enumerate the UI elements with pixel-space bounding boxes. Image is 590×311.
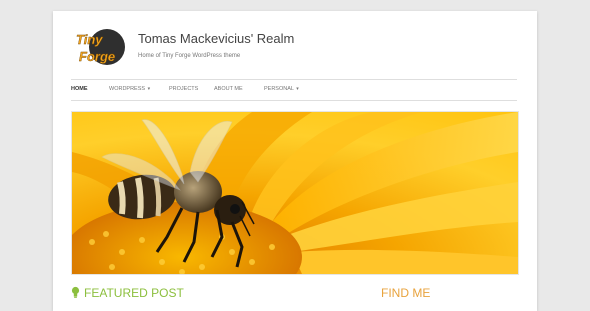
- main-navigation: Home WordPress ▾ Projects About Me Perso…: [71, 79, 517, 101]
- chevron-down-icon: ▾: [147, 86, 151, 92]
- nav-item-projects[interactable]: Projects: [169, 86, 198, 92]
- nav-item-label: About Me: [214, 86, 243, 92]
- nav-item-label: Personal: [264, 86, 294, 92]
- header-image: [71, 111, 519, 275]
- logo-graphic: Tiny Forge: [76, 29, 125, 65]
- site-description: Home of Tiny Forge WordPress theme: [138, 53, 241, 59]
- nav-item-label: Home: [71, 86, 88, 92]
- bee-flower-photo: [72, 112, 518, 274]
- nav-item-label: WordPress: [109, 86, 146, 92]
- chevron-down-icon: ▾: [296, 86, 299, 92]
- logo-text-line2: Forge: [79, 49, 115, 64]
- nav-item-label: Projects: [169, 86, 199, 92]
- nav-item-about-me[interactable]: About Me: [214, 86, 243, 92]
- nav-item-wordpress[interactable]: WordPress ▾: [109, 86, 150, 92]
- lightbulb-icon: [71, 286, 80, 301]
- featured-post-label: Featured Post: [84, 286, 184, 300]
- page-container: Tiny Forge Tomas Mackevicius' Realm Home…: [53, 11, 537, 311]
- nav-item-home[interactable]: Home: [71, 86, 88, 92]
- nav-item-personal[interactable]: Personal ▾: [264, 86, 299, 92]
- logo-text-line1: Tiny: [76, 32, 103, 47]
- site-title[interactable]: Tomas Mackevicius' Realm: [138, 31, 294, 46]
- site-logo[interactable]: Tiny Forge: [73, 25, 127, 69]
- featured-post-title: Featured Post: [71, 286, 184, 301]
- find-me-label: Find Me: [381, 286, 431, 300]
- find-me-title: Find Me: [381, 286, 430, 300]
